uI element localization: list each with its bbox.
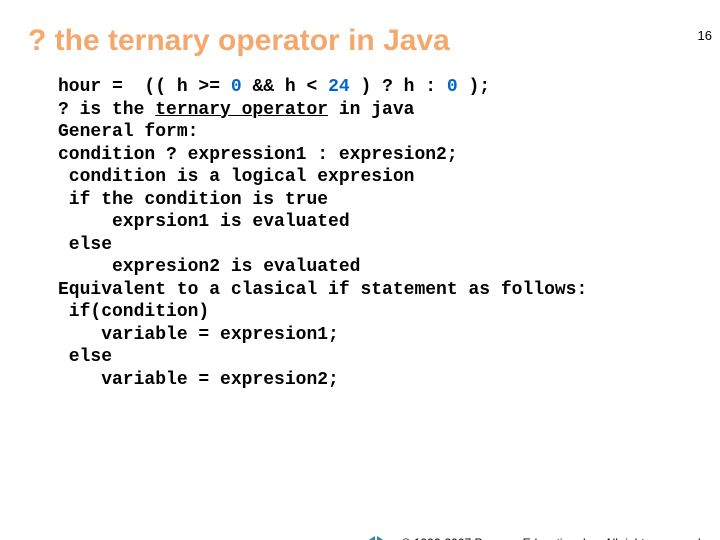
code-literal: 0 [447, 77, 458, 97]
next-icon[interactable] [377, 536, 388, 540]
code-line: else [58, 235, 112, 255]
nav-controls [364, 536, 388, 540]
footer: © 1992-2007 Pearson Education, Inc. All … [364, 536, 704, 540]
code-text: ); [458, 77, 490, 97]
code-line: exprsion1 is evaluated [58, 212, 350, 232]
code-text: ) ? h : [350, 77, 447, 97]
code-text: in java [328, 100, 414, 120]
copyright-text: © 1992-2007 Pearson Education, Inc. All … [402, 536, 704, 540]
code-line: variable = expresion1; [58, 325, 339, 345]
code-line: General form: [58, 122, 198, 142]
code-line: if the condition is true [58, 190, 328, 210]
code-line: ? is the ternary operator in java [58, 100, 414, 120]
code-line: condition is a logical expresion [58, 167, 414, 187]
code-literal: 0 [231, 77, 242, 97]
code-text: && h < [242, 77, 328, 97]
page-number: 16 [698, 28, 712, 43]
slide-title: ? the ternary operator in Java [28, 24, 720, 58]
code-text: ? is the [58, 100, 155, 120]
code-block: hour = (( h >= 0 && h < 24 ) ? h : 0 ); … [58, 76, 720, 391]
code-underline: ternary operator [155, 100, 328, 120]
code-line: hour = (( h >= 0 && h < 24 ) ? h : 0 ); [58, 77, 490, 97]
code-literal: 24 [328, 77, 350, 97]
code-line: expresion2 is evaluated [58, 257, 360, 277]
prev-icon[interactable] [364, 536, 375, 540]
code-line: if(condition) [58, 302, 209, 322]
code-text: hour = (( h >= [58, 77, 231, 97]
code-line: variable = expresion2; [58, 370, 339, 390]
code-line: condition ? expression1 : expresion2; [58, 145, 458, 165]
code-line: else [58, 347, 112, 367]
code-line: Equivalent to a clasical if statement as… [58, 280, 587, 300]
